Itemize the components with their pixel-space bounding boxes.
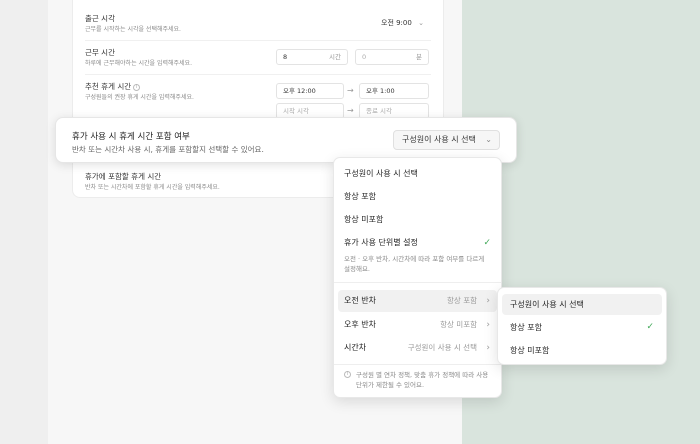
select-value: 구성원이 사용 시 선택 bbox=[402, 135, 476, 144]
submenu-label: 항상 포함 bbox=[510, 323, 542, 332]
submenu-option-always-include[interactable]: 항상 포함 ✓ bbox=[502, 317, 662, 338]
unit-label: 시간차 bbox=[344, 343, 367, 352]
dropdown-option-member-choice[interactable]: 구성원이 사용 시 선택 bbox=[344, 168, 491, 180]
submenu-label: 구성원이 사용 시 선택 bbox=[510, 300, 584, 309]
chevron-down-icon: ⌄ bbox=[485, 135, 492, 144]
dropdown-divider bbox=[334, 364, 501, 365]
unit-row-am-half[interactable]: 오전 반차 항상 포함 › bbox=[338, 290, 497, 312]
unit-value: 항상 미포함 bbox=[440, 320, 477, 329]
unit-value: 구성원이 사용 시 선택 bbox=[407, 343, 477, 352]
include-dropdown-menu: 구성원이 사용 시 선택 항상 포함 항상 미포함 휴가 사용 단위별 설정 ✓… bbox=[333, 157, 502, 398]
clock-in-value: 오전 9:00 bbox=[381, 19, 412, 27]
dropdown-option-never-include[interactable]: 항상 미포함 bbox=[344, 214, 491, 226]
info-icon[interactable]: i bbox=[133, 83, 141, 91]
break-end-placeholder: 종료 시각 bbox=[366, 107, 392, 115]
break-time-title-text: 추천 휴게 시간 bbox=[85, 82, 132, 91]
break-end-input[interactable]: 오후 1:00 bbox=[359, 83, 429, 99]
footer-text: 구성원 별 연차 정책, 맞춤 휴가 정책에 따라 사용 단위가 제한될 수 있… bbox=[356, 371, 489, 389]
am-half-submenu: 구성원이 사용 시 선택 항상 포함 ✓ 항상 미포함 bbox=[497, 287, 667, 365]
unit-value: 항상 포함 bbox=[447, 296, 477, 305]
unit-label: 오후 반차 bbox=[344, 320, 376, 329]
clock-in-title: 출근 시각 bbox=[85, 14, 115, 23]
leave-break-include-select[interactable]: 구성원이 사용 시 선택 ⌄ bbox=[393, 130, 500, 150]
chevron-right-icon: › bbox=[486, 320, 490, 330]
submenu-option-never-include[interactable]: 항상 미포함 bbox=[502, 340, 662, 361]
per-unit-desc: 오전 · 오후 반차, 시간차에 따라 포함 여부를 다르게 설정해요. bbox=[344, 255, 485, 273]
unit-label: 오전 반차 bbox=[344, 296, 376, 305]
dropdown-footer-note: i 구성원 별 연차 정책, 맞춤 휴가 정책에 따라 사용 단위가 제한될 수… bbox=[344, 370, 491, 390]
chevron-down-icon: ⌄ bbox=[418, 19, 424, 27]
submenu-label: 항상 미포함 bbox=[510, 346, 550, 355]
dropdown-option-per-unit[interactable]: 휴가 사용 단위별 설정 bbox=[344, 237, 491, 249]
arrow-right-icon: → bbox=[347, 106, 354, 115]
break-start-input[interactable]: 오후 12:00 bbox=[276, 83, 344, 99]
clock-in-desc: 근무를 시작하는 시각을 선택해주세요. bbox=[85, 26, 181, 33]
chevron-right-icon: › bbox=[486, 343, 490, 353]
info-icon: i bbox=[344, 371, 351, 378]
work-minutes-unit: 분 bbox=[416, 53, 422, 61]
leave-break-include-desc: 반차 또는 시간차 사용 시, 휴게를 포함할지 선택할 수 있어요. bbox=[72, 145, 264, 154]
break-start-value: 오후 12:00 bbox=[283, 87, 316, 95]
work-minutes-input[interactable]: 0 분 bbox=[355, 49, 429, 65]
submenu-option-member-choice[interactable]: 구성원이 사용 시 선택 bbox=[502, 294, 662, 315]
clock-in-row: 출근 시각 근무를 시작하는 시각을 선택해주세요. bbox=[85, 14, 431, 34]
unit-row-hourly[interactable]: 시간차 구성원이 사용 시 선택 › bbox=[338, 337, 497, 359]
arrow-right-icon: → bbox=[347, 86, 354, 95]
divider bbox=[85, 74, 431, 75]
dropdown-option-always-include[interactable]: 항상 포함 bbox=[344, 191, 491, 203]
break-end-value: 오후 1:00 bbox=[366, 87, 395, 95]
break-start-placeholder: 시작 시각 bbox=[283, 107, 309, 115]
clock-in-select[interactable]: 오전 9:00 ⌄ bbox=[381, 17, 424, 29]
chevron-right-icon: › bbox=[486, 296, 490, 306]
per-unit-label: 휴가 사용 단위별 설정 bbox=[344, 238, 418, 247]
work-hours-input[interactable]: 8 시간 bbox=[276, 49, 348, 65]
unit-row-pm-half[interactable]: 오후 반차 항상 미포함 › bbox=[338, 314, 497, 336]
check-icon: ✓ bbox=[483, 238, 491, 248]
leave-break-include-title: 휴가 사용 시 휴게 시간 포함 여부 bbox=[72, 132, 190, 142]
divider bbox=[85, 40, 431, 41]
work-hours-value: 8 bbox=[283, 53, 288, 61]
background-left bbox=[0, 0, 48, 444]
work-minutes-value: 0 bbox=[362, 53, 367, 61]
check-icon: ✓ bbox=[646, 322, 654, 332]
dropdown-divider bbox=[334, 282, 501, 283]
work-hours-unit: 시간 bbox=[329, 53, 341, 61]
